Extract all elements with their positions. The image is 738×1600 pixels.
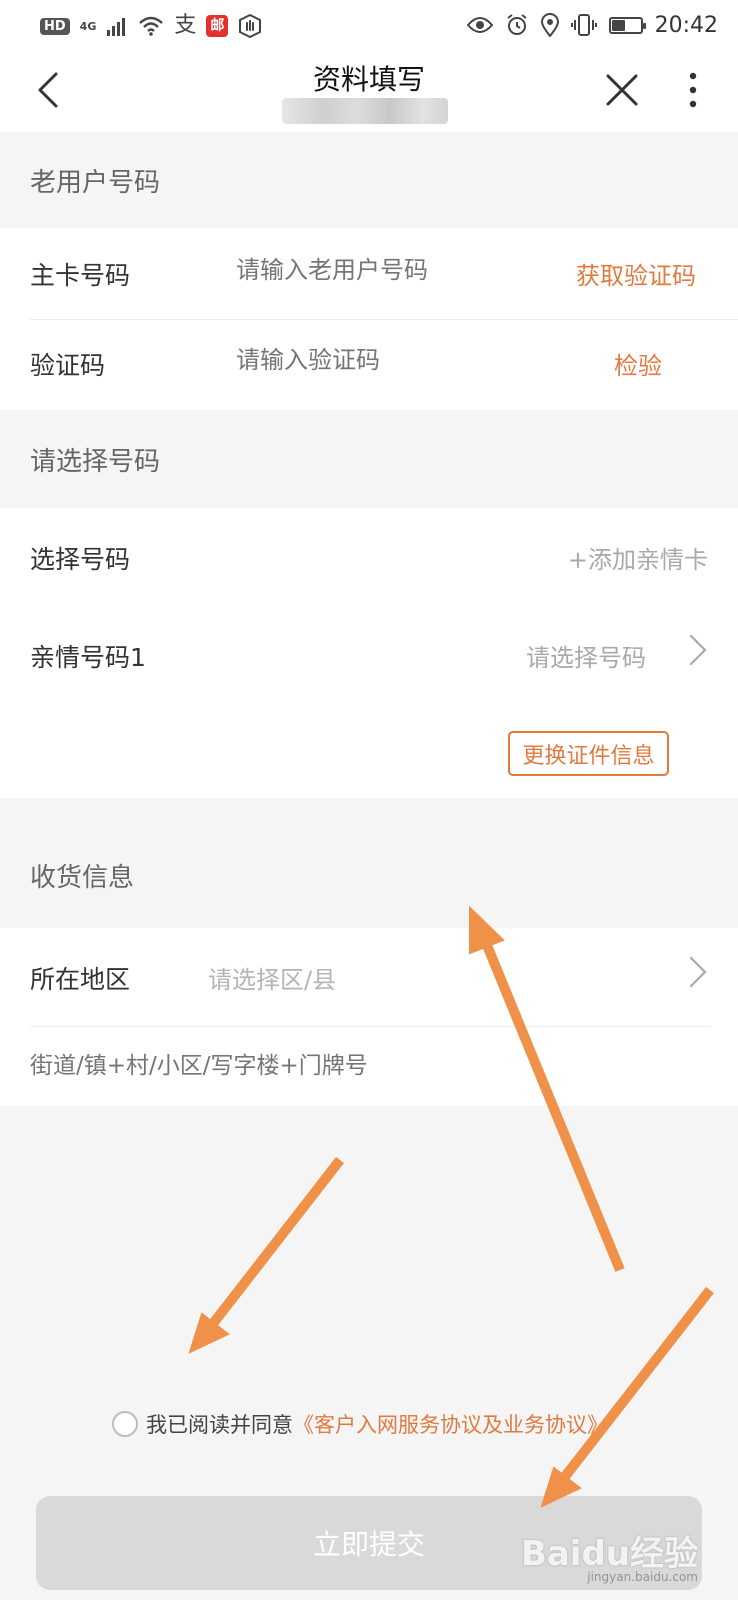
code-input[interactable]: [236, 340, 546, 380]
family-number-label: 亲情号码1: [30, 643, 146, 672]
code-label: 验证码: [30, 351, 106, 380]
section-title: 收货信息: [30, 862, 135, 893]
status-left-group: HD 4G 支 邮: [40, 12, 262, 40]
region-select[interactable]: 请选择区/县: [208, 960, 336, 995]
chevron-right-icon[interactable]: [686, 632, 710, 668]
old-user-panel: 主卡号码 获取验证码 验证码 检验: [0, 228, 738, 410]
divider: [30, 1026, 710, 1027]
baidu-watermark-url: jingyan.baidu.com: [587, 1570, 698, 1584]
verify-button[interactable]: 检验: [614, 346, 662, 381]
clock-time: 20:42: [654, 12, 718, 38]
wifi-icon: [139, 16, 164, 36]
section-header-old-user: 老用户号码: [0, 132, 738, 228]
agreement-text: 我已阅读并同意: [146, 1413, 293, 1437]
signal-icon: [107, 18, 126, 36]
hand-icon: [239, 14, 262, 38]
hd-badge: HD: [40, 17, 70, 35]
nav-bar: 资料填写: [0, 50, 738, 132]
agree-radio[interactable]: [112, 1411, 138, 1437]
change-id-button[interactable]: 更换证件信息: [508, 731, 669, 776]
select-number-label: 选择号码: [30, 545, 131, 574]
section-title: 请选择号码: [30, 446, 161, 477]
eye-icon: [466, 17, 493, 33]
status-bar: HD 4G 支 邮 20:42: [0, 0, 738, 50]
baidu-watermark: Baidu经验: [520, 1534, 698, 1574]
post-icon: 邮: [206, 15, 229, 37]
street-address-input[interactable]: [30, 1046, 690, 1086]
get-code-button[interactable]: 获取验证码: [576, 256, 696, 291]
blurred-subtitle: [282, 98, 448, 124]
divider: [30, 319, 738, 320]
main-card-label: 主卡号码: [30, 261, 131, 290]
battery-icon: [608, 16, 646, 34]
add-family-card-button[interactable]: +添加亲情卡: [568, 540, 708, 575]
section-header-number-select: 请选择号码: [0, 410, 738, 508]
agreement-link[interactable]: 《客户入网服务协议及业务协议》: [293, 1409, 608, 1439]
region-label: 所在地区: [30, 965, 131, 994]
shipping-panel: 所在地区 请选择区/县: [0, 928, 738, 1106]
alipay-icon: 支: [174, 13, 197, 38]
close-icon[interactable]: [600, 68, 644, 112]
vibrate-icon: [570, 14, 597, 36]
location-icon: [540, 13, 559, 37]
section-title: 老用户号码: [30, 167, 161, 198]
status-right-group: 20:42: [466, 10, 718, 40]
more-icon[interactable]: [680, 68, 706, 112]
battery-level: [611, 19, 625, 31]
chevron-right-icon[interactable]: [686, 954, 710, 990]
arrow-annotation: [188, 1156, 344, 1354]
section-header-shipping: 收货信息: [0, 798, 738, 928]
family-number-select[interactable]: 请选择号码: [526, 638, 646, 673]
agreement-row: 我已阅读并同意 《客户入网服务协议及业务协议》: [112, 1406, 608, 1442]
network-type: 4G: [79, 19, 97, 33]
main-card-input[interactable]: [236, 250, 546, 290]
alarm-icon: [506, 14, 527, 35]
arrow-annotation: [540, 1286, 714, 1508]
